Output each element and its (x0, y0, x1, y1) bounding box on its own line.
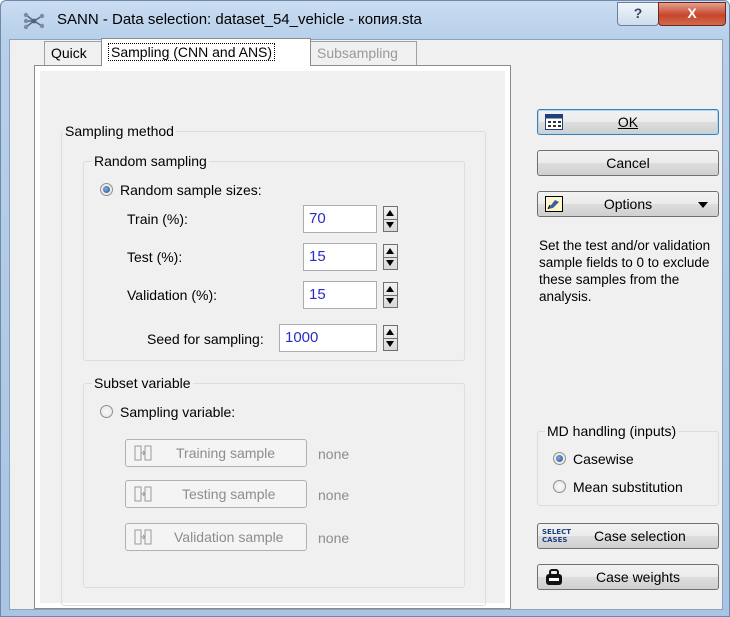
testing-sample-value: none (318, 487, 350, 503)
help-button[interactable]: ? (617, 2, 659, 26)
training-sample-button[interactable]: Training sample (125, 439, 307, 467)
test-spinner[interactable] (383, 244, 398, 270)
ok-icon (545, 114, 563, 130)
case-weights-label: Case weights (596, 569, 681, 585)
validation-spinner[interactable] (383, 282, 398, 308)
train-label: Train (%): (127, 211, 188, 227)
training-sample-label: Training sample (176, 445, 276, 461)
test-label: Test (%): (127, 249, 183, 265)
ok-button-label: OK (617, 114, 639, 130)
validation-sample-value: none (318, 530, 350, 546)
sampling-help-text: Set the test and/or validation sample fi… (539, 238, 711, 304)
chevron-down-icon (698, 202, 708, 208)
select-cases-icon: SELECT CASES (542, 528, 571, 544)
case-selection-label: Case selection (594, 528, 686, 544)
random-sample-sizes-label: Random sample sizes: (120, 182, 262, 198)
validation-label: Validation (%): (127, 287, 218, 303)
cancel-button-label: Cancel (606, 155, 650, 171)
sampling-variable-label: Sampling variable: (120, 404, 236, 420)
seed-label: Seed for sampling: (147, 331, 264, 347)
train-spinner[interactable] (383, 206, 398, 232)
window-title: SANN - Data selection: dataset_54_vehicl… (57, 11, 422, 28)
variable-select-icon (134, 486, 152, 502)
mean-substitution-label: Mean substitution (573, 479, 683, 495)
case-selection-button[interactable]: SELECT CASES Case selection (537, 523, 719, 549)
validation-sample-label: Validation sample (174, 529, 284, 545)
testing-sample-button[interactable]: Testing sample (125, 480, 307, 508)
subset-variable-title: Subset variable (92, 375, 193, 391)
mean-substitution-radio[interactable] (553, 480, 566, 493)
tab-sampling-label: Sampling (CNN and ANS) (108, 43, 276, 61)
variable-select-icon (134, 529, 152, 545)
tab-quick[interactable]: Quick (44, 41, 102, 65)
validation-input[interactable]: 15 (303, 281, 377, 309)
test-input[interactable]: 15 (303, 243, 377, 271)
tab-sampling[interactable]: Sampling (CNN and ANS) (101, 38, 311, 66)
options-button[interactable]: Options (537, 191, 719, 217)
tab-quick-label: Quick (51, 45, 87, 61)
weight-icon (546, 569, 562, 585)
casewise-radio[interactable] (553, 452, 566, 465)
close-button[interactable]: X (658, 2, 726, 26)
title-bar[interactable]: SANN - Data selection: dataset_54_vehicl… (1, 1, 729, 39)
tab-subsampling[interactable]: Subsampling (310, 41, 417, 65)
options-button-label: Options (603, 196, 653, 212)
ok-button[interactable]: OK (537, 109, 719, 135)
case-weights-button[interactable]: Case weights (537, 564, 719, 590)
sann-app-icon (23, 12, 45, 30)
random-sample-sizes-radio[interactable] (100, 183, 113, 196)
options-icon (545, 196, 563, 212)
tab-subsampling-label: Subsampling (317, 45, 398, 61)
cancel-button[interactable]: Cancel (537, 150, 719, 176)
testing-sample-label: Testing sample (182, 486, 276, 502)
sampling-method-title: Sampling method (63, 123, 176, 139)
training-sample-value: none (318, 446, 350, 462)
train-input[interactable]: 70 (303, 205, 377, 233)
casewise-label: Casewise (573, 451, 634, 467)
variable-select-icon (134, 445, 152, 461)
dialog-window: SANN - Data selection: dataset_54_vehicl… (0, 0, 730, 617)
seed-spinner[interactable] (383, 325, 398, 351)
sampling-variable-radio[interactable] (100, 405, 113, 418)
seed-input[interactable]: 1000 (279, 324, 377, 352)
validation-sample-button[interactable]: Validation sample (125, 523, 307, 551)
random-sampling-title: Random sampling (92, 153, 209, 169)
md-handling-title: MD handling (inputs) (545, 423, 679, 439)
